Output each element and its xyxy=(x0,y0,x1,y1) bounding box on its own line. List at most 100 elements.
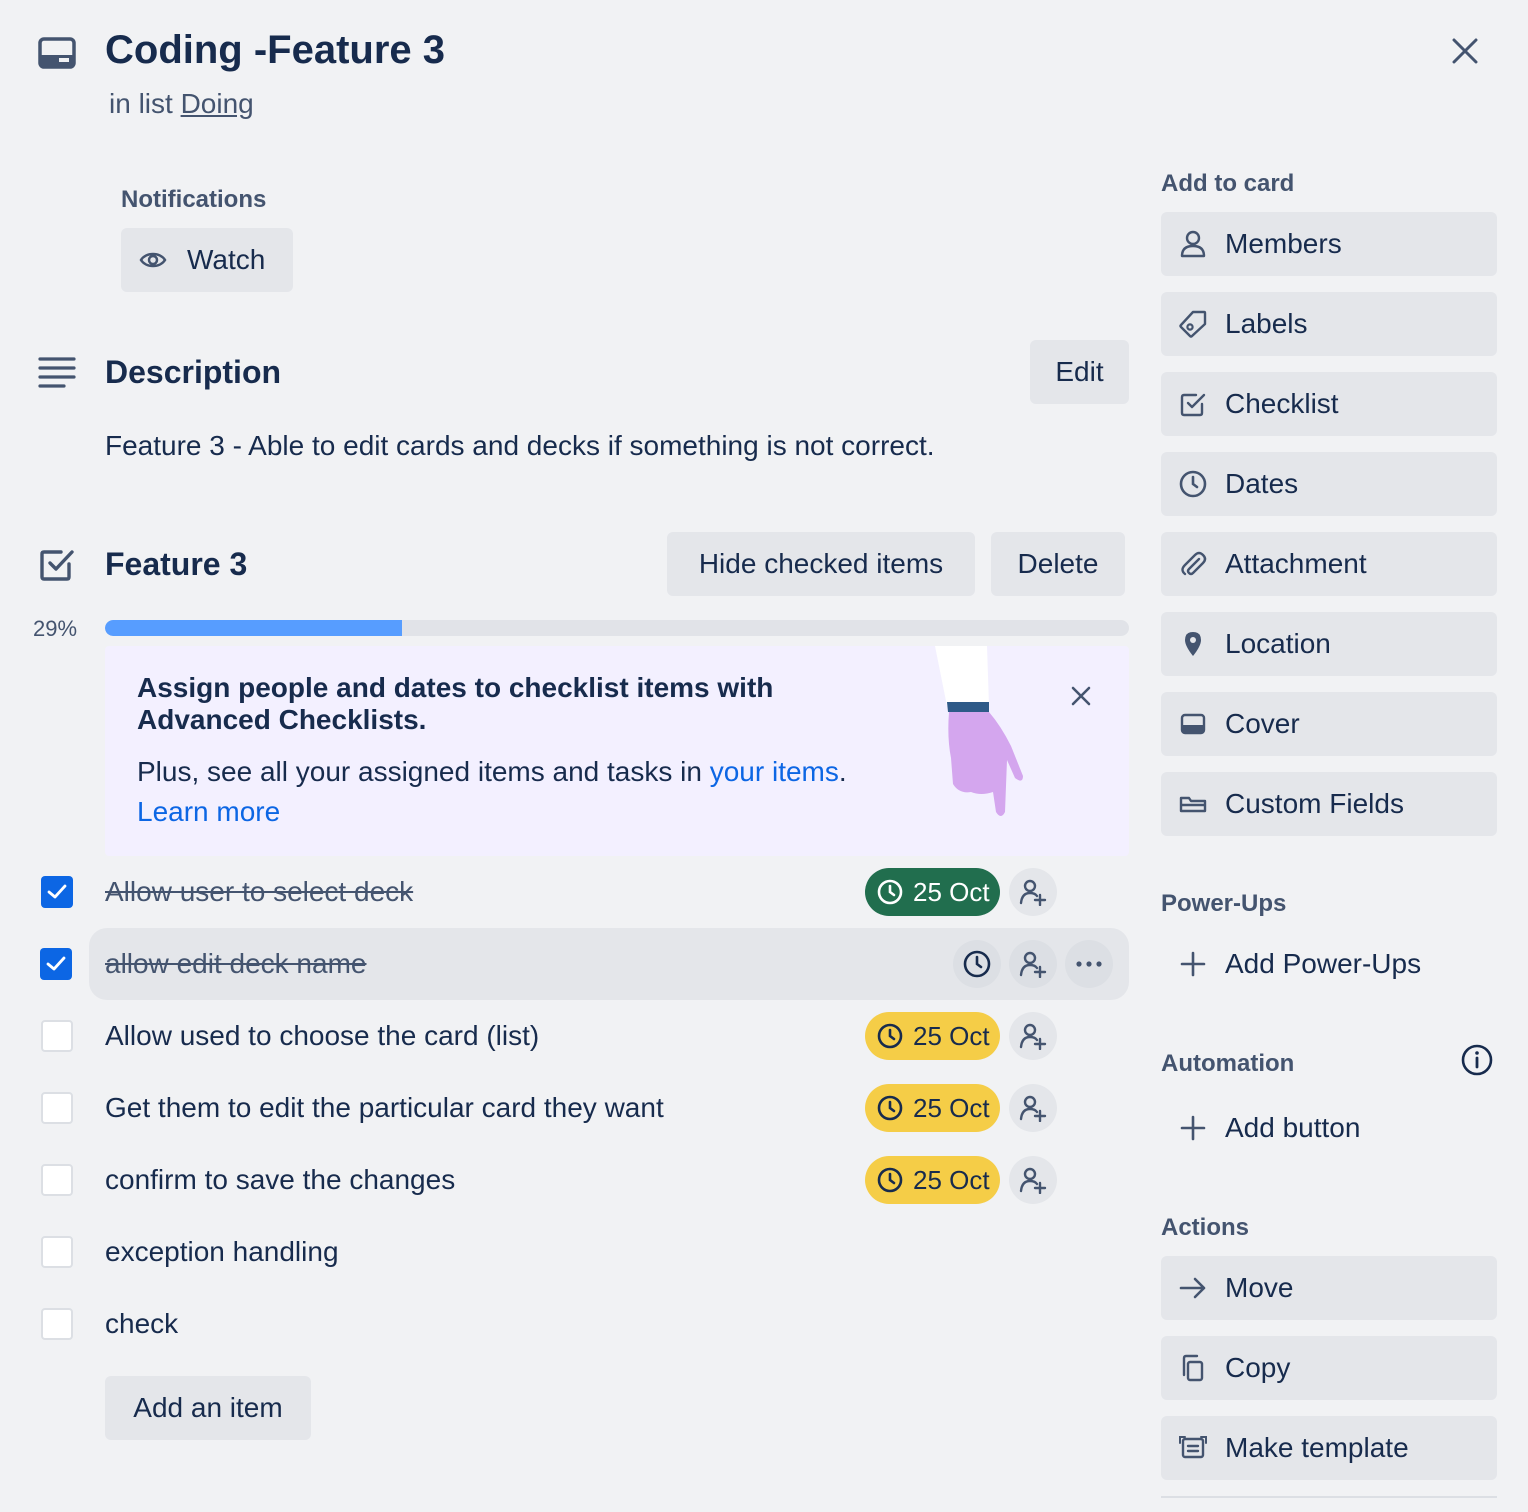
close-icon xyxy=(1071,686,1091,706)
move-button[interactable]: Move xyxy=(1161,1256,1497,1320)
item-actions-button[interactable] xyxy=(1065,940,1113,988)
make-template-label: Make template xyxy=(1225,1432,1409,1463)
checklist-item-text[interactable]: Get them to edit the particular card the… xyxy=(105,1092,664,1124)
checklist-item-text[interactable]: Allow user to select deck xyxy=(105,876,413,908)
set-due-date-button[interactable] xyxy=(953,940,1001,988)
person-icon xyxy=(1179,230,1207,258)
edit-description-button[interactable]: Edit xyxy=(1030,340,1129,404)
assign-member-button[interactable] xyxy=(1009,1084,1057,1132)
copy-button[interactable]: Copy xyxy=(1161,1336,1497,1400)
members-button[interactable]: Members xyxy=(1161,212,1497,276)
checklist-item[interactable]: allow edit deck name xyxy=(40,928,1129,1000)
cover-button[interactable]: Cover xyxy=(1161,692,1497,756)
due-date-text: 25 Oct xyxy=(913,1020,990,1051)
clock-icon xyxy=(963,950,991,978)
dates-label: Dates xyxy=(1225,468,1299,499)
promo-text-before: Plus, see all your assigned items and ta… xyxy=(137,756,710,787)
hide-checked-items-button[interactable]: Hide checked items xyxy=(667,532,975,596)
description-heading: Description xyxy=(105,354,282,390)
clock-icon xyxy=(877,1095,903,1121)
custom-fields-button[interactable]: Custom Fields xyxy=(1161,772,1497,836)
notifications-heading: Notifications xyxy=(121,186,267,213)
checkbox-checked[interactable] xyxy=(40,948,72,980)
divider xyxy=(1161,1496,1497,1498)
actions-heading: Actions xyxy=(1161,1214,1250,1241)
your-items-link[interactable]: your items xyxy=(710,756,839,787)
checklist-item-text[interactable]: exception handling xyxy=(105,1236,339,1268)
add-button-label: Add button xyxy=(1225,1112,1361,1143)
members-label: Members xyxy=(1225,228,1342,259)
checklist-item[interactable]: Allow user to select deck 25 Oct xyxy=(0,860,1130,924)
checklist-item[interactable]: Get them to edit the particular card the… xyxy=(0,1076,1130,1140)
advanced-checklists-promo: Assign people and dates to checklist ite… xyxy=(105,646,1129,856)
check-icon xyxy=(47,884,67,899)
list-link[interactable]: Doing xyxy=(181,88,254,119)
checklist-item-text[interactable]: Allow used to choose the card (list) xyxy=(105,1020,539,1052)
custom-field-icon xyxy=(1179,790,1207,818)
eye-icon xyxy=(139,250,167,270)
move-label: Move xyxy=(1225,1272,1294,1303)
add-member-icon xyxy=(1019,1022,1047,1050)
close-card-button[interactable] xyxy=(1440,26,1490,76)
make-template-button[interactable]: Make template xyxy=(1161,1416,1497,1480)
progress-fill xyxy=(105,620,402,636)
tag-icon xyxy=(1179,310,1207,338)
clock-icon xyxy=(877,879,903,905)
add-button-button[interactable]: Add button xyxy=(1161,1096,1497,1160)
dates-button[interactable]: Dates xyxy=(1161,452,1497,516)
due-date-badge[interactable]: 25 Oct xyxy=(865,868,1000,916)
checklist-item[interactable]: check xyxy=(0,1292,1130,1356)
checklist-button[interactable]: Checklist xyxy=(1161,372,1497,436)
copy-label: Copy xyxy=(1225,1352,1291,1383)
add-member-icon xyxy=(1019,1166,1047,1194)
checkbox-icon xyxy=(1179,390,1207,418)
checklist-item-text[interactable]: allow edit deck name xyxy=(105,948,366,980)
attachment-button[interactable]: Attachment xyxy=(1161,532,1497,596)
checkbox-checked[interactable] xyxy=(41,876,73,908)
card-icon xyxy=(38,37,76,69)
checkbox-unchecked[interactable] xyxy=(41,1092,73,1124)
add-member-icon xyxy=(1019,1094,1047,1122)
checklist-item[interactable]: exception handling xyxy=(0,1220,1130,1284)
info-icon[interactable] xyxy=(1460,1043,1494,1077)
checkbox-unchecked[interactable] xyxy=(41,1236,73,1268)
assign-member-button[interactable] xyxy=(1009,1012,1057,1060)
watch-button[interactable]: Watch xyxy=(121,228,293,292)
checklist-title[interactable]: Feature 3 xyxy=(105,546,247,583)
add-member-icon xyxy=(1019,950,1047,978)
template-icon xyxy=(1179,1434,1207,1462)
checklist-item-text[interactable]: check xyxy=(105,1308,178,1340)
promo-title: Assign people and dates to checklist ite… xyxy=(137,672,774,735)
due-date-text: 25 Oct xyxy=(913,1164,990,1195)
checkbox-unchecked[interactable] xyxy=(41,1164,73,1196)
due-date-text: 25 Oct xyxy=(913,876,990,907)
promo-text-after: . xyxy=(838,756,847,787)
due-date-badge[interactable]: 25 Oct xyxy=(865,1156,1000,1204)
subtitle-prefix: in list xyxy=(109,88,173,119)
arrow-right-icon xyxy=(1179,1274,1207,1302)
checklist-icon xyxy=(39,546,75,582)
assign-member-button[interactable] xyxy=(1009,940,1057,988)
description-text[interactable]: Feature 3 - Able to edit cards and decks… xyxy=(105,430,935,462)
add-item-button[interactable]: Add an item xyxy=(105,1376,311,1440)
assign-member-button[interactable] xyxy=(1009,868,1057,916)
due-date-badge[interactable]: 25 Oct xyxy=(865,1012,1000,1060)
assign-member-button[interactable] xyxy=(1009,1156,1057,1204)
checklist-label: Checklist xyxy=(1225,388,1339,419)
due-date-badge[interactable]: 25 Oct xyxy=(865,1084,1000,1132)
add-powerups-label: Add Power-Ups xyxy=(1225,948,1422,979)
delete-checklist-button[interactable]: Delete xyxy=(991,532,1125,596)
location-button[interactable]: Location xyxy=(1161,612,1497,676)
labels-button[interactable]: Labels xyxy=(1161,292,1497,356)
cover-label: Cover xyxy=(1225,708,1300,739)
learn-more-link[interactable]: Learn more xyxy=(137,796,280,828)
promo-close-button[interactable] xyxy=(1063,678,1099,714)
checkbox-unchecked[interactable] xyxy=(41,1020,73,1052)
checklist-item[interactable]: Allow used to choose the card (list) 25 … xyxy=(0,1004,1130,1068)
checklist-item-text[interactable]: confirm to save the changes xyxy=(105,1164,455,1196)
add-powerups-button[interactable]: Add Power-Ups xyxy=(1161,932,1497,996)
clock-icon xyxy=(1179,470,1207,498)
checklist-item[interactable]: confirm to save the changes 25 Oct xyxy=(0,1148,1130,1212)
labels-label: Labels xyxy=(1225,308,1308,339)
checkbox-unchecked[interactable] xyxy=(41,1308,73,1340)
